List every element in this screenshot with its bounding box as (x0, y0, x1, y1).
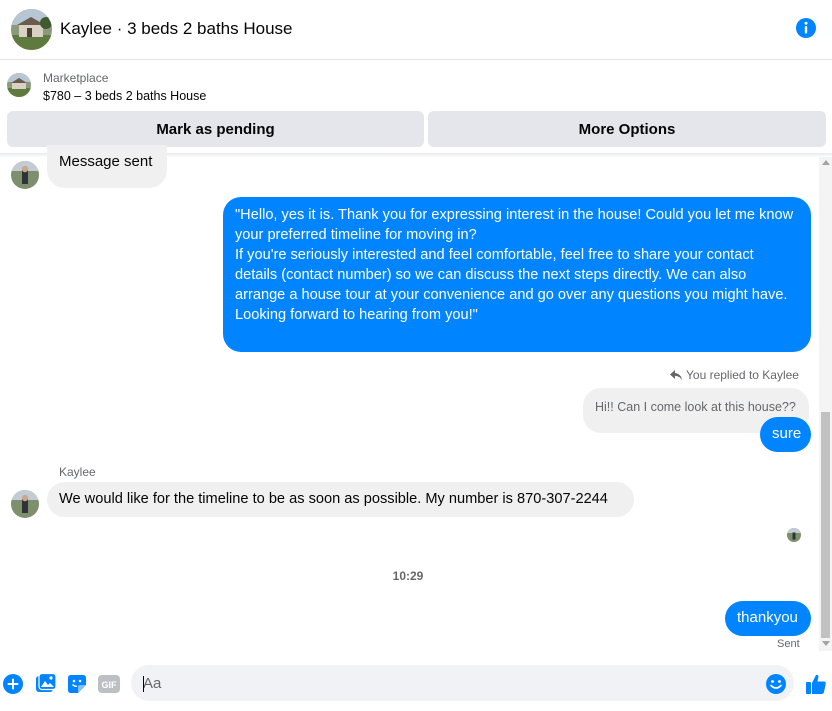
scrollbar-thumb[interactable] (821, 412, 830, 638)
conversation-title[interactable]: Kaylee · 3 beds 2 baths House (60, 19, 292, 39)
kaylee-avatar[interactable] (11, 490, 39, 518)
seen-indicator-avatar (787, 528, 801, 542)
listing-source: Marketplace (43, 71, 109, 85)
reply-indicator-label: You replied to Kaylee (686, 368, 799, 382)
thumbs-up-icon[interactable] (805, 673, 827, 695)
listing-thumbnail[interactable] (7, 73, 31, 97)
scroll-down-arrow-icon[interactable] (822, 641, 830, 646)
incoming-message-text: We would like for the timeline to be as … (59, 491, 608, 507)
delivery-status: Sent (777, 638, 800, 650)
incoming-message[interactable]: We would like for the timeline to be as … (47, 482, 634, 517)
kaylee-avatar[interactable] (11, 161, 39, 189)
conversation-header: Kaylee · 3 beds 2 baths House (0, 0, 832, 60)
house-avatar[interactable] (11, 9, 52, 50)
outgoing-message-text: thankyou (737, 609, 798, 626)
sticker-icon[interactable] (66, 673, 88, 695)
info-icon[interactable] (795, 17, 817, 39)
message-timestamp: 10:29 (392, 569, 424, 583)
message-input[interactable] (131, 665, 794, 701)
mark-as-pending-button[interactable]: Mark as pending (7, 111, 424, 147)
outgoing-message-text: sure (772, 425, 802, 442)
outgoing-message[interactable]: thankyou (725, 601, 811, 636)
gif-icon[interactable]: GIF (98, 673, 120, 695)
message-sent-text: Message sent (59, 153, 153, 170)
more-options-button[interactable]: More Options (428, 111, 826, 147)
reply-arrow-icon (670, 369, 682, 380)
message-sent-bubble[interactable]: Message sent (47, 145, 167, 188)
gif-label: GIF (102, 680, 118, 690)
sender-name: Kaylee (59, 465, 96, 479)
emoji-icon[interactable] (765, 673, 787, 695)
outgoing-message-text: "Hello, yes it is. Thank you for express… (235, 207, 794, 323)
reply-indicator: You replied to Kaylee (670, 368, 799, 382)
outgoing-message[interactable]: sure (760, 417, 811, 452)
plus-icon[interactable] (2, 673, 24, 695)
outgoing-message[interactable]: "Hello, yes it is. Thank you for express… (223, 197, 811, 352)
scroll-up-arrow-icon[interactable] (822, 160, 830, 165)
quoted-message-text: Hi!! Can I come look at this house?? (595, 400, 796, 414)
text-caret (143, 676, 144, 692)
listing-description: $780 – 3 beds 2 baths House (43, 89, 207, 103)
photo-icon[interactable] (35, 672, 57, 695)
